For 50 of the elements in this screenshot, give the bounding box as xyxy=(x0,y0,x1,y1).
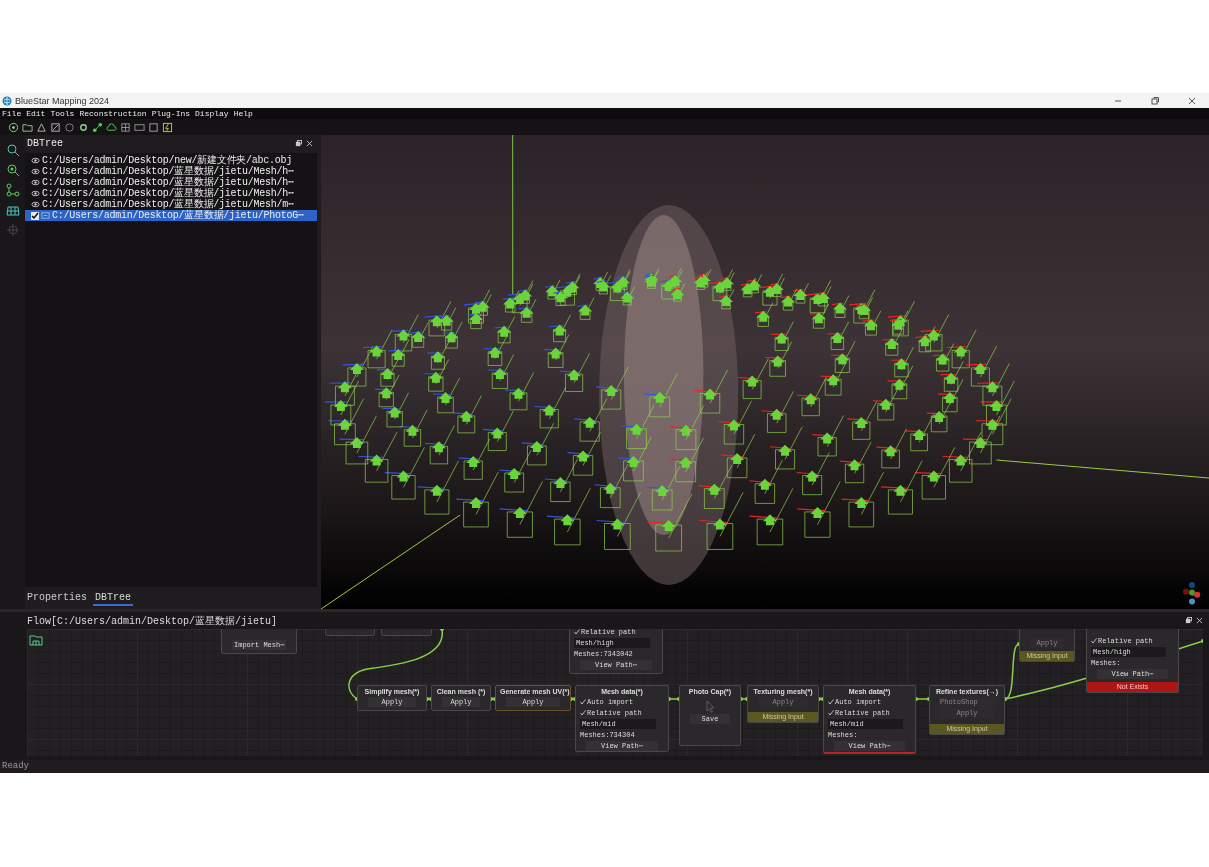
image-icon[interactable] xyxy=(134,121,145,133)
panel-tab[interactable]: DBTree xyxy=(93,590,134,606)
menu-item[interactable]: Plug-Ins xyxy=(151,108,191,119)
eye-icon[interactable] xyxy=(31,178,40,187)
target-icon[interactable] xyxy=(8,121,19,133)
search-icon[interactable] xyxy=(5,143,20,157)
checkbox[interactable] xyxy=(31,211,39,220)
menu-item[interactable]: File xyxy=(2,108,22,119)
grid-icon[interactable] xyxy=(120,121,131,133)
app-globe-icon xyxy=(2,95,12,106)
close-icon[interactable] xyxy=(1196,617,1203,624)
tree-item[interactable]: C:/Users/admin/Desktop/蓝星数据/jietu/PhotoG⋯ xyxy=(25,210,317,221)
frame-icon[interactable] xyxy=(50,121,61,133)
menu-item[interactable]: Edit xyxy=(26,108,46,119)
shapes-icon[interactable] xyxy=(36,121,47,133)
close-icon[interactable] xyxy=(306,139,313,147)
tree-item[interactable]: C:/Users/admin/Desktop/蓝星数据/jietu/Mesh/h⋯ xyxy=(25,188,317,199)
menu-item[interactable]: Reconstruction xyxy=(79,108,147,119)
window-title: BlueStar Mapping 2024 xyxy=(15,95,111,106)
panel-tab[interactable]: Properties xyxy=(25,590,89,606)
panel-title: Flow[C:/Users/admin/Desktop/蓝星数据/jietu] xyxy=(27,614,279,628)
folder-icon xyxy=(41,211,50,220)
nodes-icon[interactable] xyxy=(5,183,20,197)
circle-icon[interactable] xyxy=(64,121,75,133)
tree-item[interactable]: C:/Users/admin/Desktop/蓝星数据/jietu/Mesh/m⋯ xyxy=(25,199,317,210)
menu-item[interactable]: Display xyxy=(195,108,229,119)
eye-icon[interactable] xyxy=(31,189,40,198)
restore-icon[interactable] xyxy=(1150,95,1160,106)
box-icon[interactable] xyxy=(148,121,159,133)
folder-icon[interactable] xyxy=(22,121,33,133)
close-icon[interactable] xyxy=(1187,95,1197,106)
menu-item[interactable]: Tools xyxy=(50,108,75,119)
eye-icon[interactable] xyxy=(31,200,40,209)
tree-item[interactable]: C:/Users/admin/Desktop/蓝星数据/jietu/Mesh/h⋯ xyxy=(25,177,317,188)
tree-item[interactable]: C:/Users/admin/Desktop/蓝星数据/jietu/Mesh/h⋯ xyxy=(25,166,317,177)
menu-item[interactable]: Help xyxy=(233,108,253,119)
check-icon xyxy=(574,629,580,635)
panel-title: DBTree xyxy=(27,137,64,149)
grid-icon[interactable] xyxy=(5,203,20,217)
nodes-icon[interactable] xyxy=(92,121,103,133)
eye-icon[interactable] xyxy=(31,167,40,176)
float-icon[interactable] xyxy=(1185,617,1192,624)
tree-item[interactable]: C:/Users/admin/Desktop/new/新建文件夹/abc.obj xyxy=(25,155,317,166)
float-icon[interactable] xyxy=(295,139,302,147)
eye-icon[interactable] xyxy=(31,156,40,165)
zoom-icon[interactable] xyxy=(5,163,20,177)
bolt-icon[interactable] xyxy=(162,121,173,133)
check-icon xyxy=(1091,638,1097,644)
building-icon[interactable] xyxy=(29,633,43,647)
axis-gizmo-icon xyxy=(1183,581,1201,607)
